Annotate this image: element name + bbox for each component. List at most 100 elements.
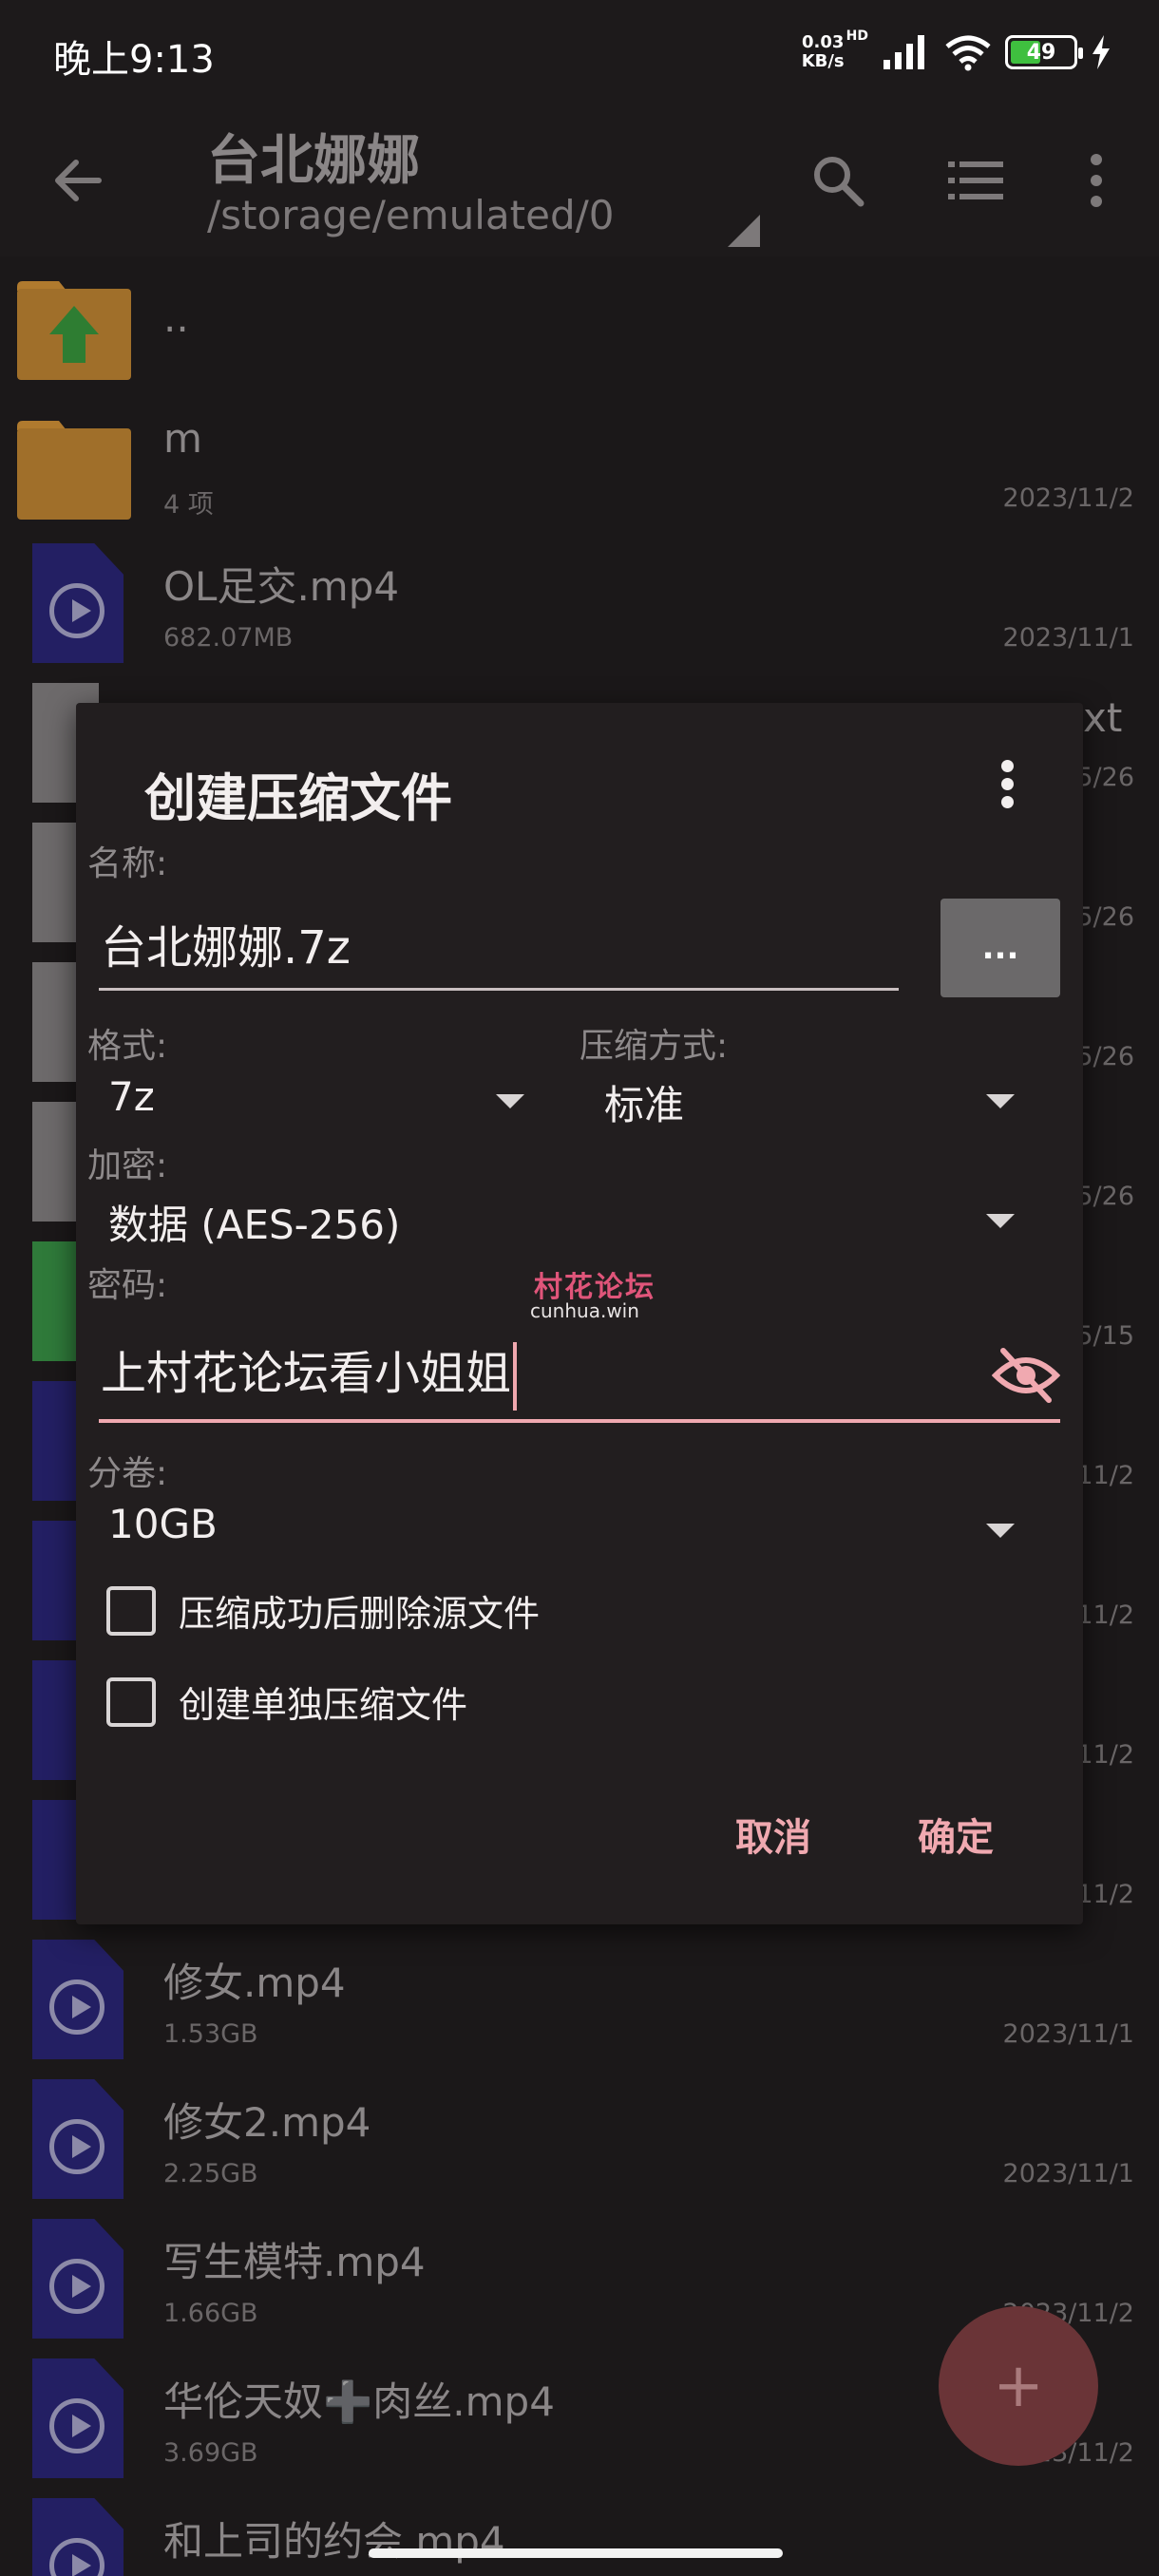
file-date: 11/2	[1076, 1461, 1134, 1490]
file-name: m	[163, 415, 202, 462]
file-meta: 1.53GB	[163, 2019, 258, 2049]
play-icon	[49, 2119, 104, 2174]
ok-button[interactable]: 确定	[918, 1807, 994, 1862]
list-item[interactable]: OL足交.mp4 682.07MB 2023/11/1	[0, 536, 1159, 675]
play-icon	[49, 2398, 104, 2453]
separate-archive-checkbox[interactable]	[106, 1677, 156, 1727]
list-item[interactable]: 修女2.mp4 2.25GB 2023/11/1	[0, 2072, 1159, 2211]
folder-icon	[17, 421, 131, 520]
file-date: 5/26	[1076, 1182, 1134, 1211]
split-label: 分卷:	[87, 1454, 168, 1493]
file-date: 5/26	[1076, 902, 1134, 932]
delete-source-checkbox[interactable]	[106, 1586, 156, 1636]
file-name: 和上司的约会.mp4	[163, 2518, 505, 2565]
delete-source-label[interactable]: 压缩成功后删除源文件	[179, 1584, 540, 1637]
file-name: 华伦天奴➕肉丝.mp4	[163, 2378, 555, 2425]
charging-icon	[1092, 35, 1110, 69]
split-dropdown-icon[interactable]	[986, 1524, 1015, 1538]
cancel-button[interactable]: 取消	[735, 1807, 811, 1862]
path-dropdown-indicator[interactable]	[728, 215, 760, 247]
method-select[interactable]: 标准	[604, 1073, 684, 1131]
file-meta: 682.07MB	[163, 623, 294, 653]
file-name-tail: xt	[1083, 694, 1123, 741]
file-meta: 2.25GB	[163, 2159, 258, 2188]
format-label: 格式:	[87, 1027, 168, 1066]
split-select[interactable]: 10GB	[108, 1501, 218, 1547]
video-file-icon	[32, 2079, 124, 2199]
overflow-menu-button[interactable]	[1058, 142, 1134, 218]
list-item[interactable]: 修女.mp4 1.53GB 2023/11/1	[0, 1932, 1159, 2072]
list-item[interactable]: ..	[0, 256, 1159, 396]
play-icon	[49, 2259, 104, 2314]
file-meta: 1.66GB	[163, 2299, 258, 2328]
archive-name-input[interactable]: 台北娜娜.7z	[101, 910, 899, 986]
encryption-dropdown-icon[interactable]	[986, 1214, 1015, 1228]
visibility-off-icon[interactable]	[992, 1345, 1060, 1406]
play-icon	[49, 1979, 104, 2035]
wifi-icon	[945, 35, 991, 71]
file-name: OL足交.mp4	[163, 563, 400, 610]
file-name: ..	[163, 294, 189, 341]
file-date: 11/2	[1076, 1880, 1134, 1909]
method-dropdown-icon[interactable]	[986, 1094, 1015, 1108]
play-icon	[49, 2538, 104, 2576]
signal-icon	[884, 35, 924, 69]
file-date: 2023/11/1	[1002, 2019, 1134, 2049]
add-fab-button[interactable]: +	[939, 2306, 1098, 2466]
app-bar: 台北娜娜 /storage/emulated/0	[0, 104, 1159, 256]
file-name: 修女2.mp4	[163, 2099, 371, 2146]
search-button[interactable]	[800, 142, 876, 218]
page-title: 台北娜娜	[207, 130, 420, 192]
dialog-more-icon[interactable]	[998, 760, 1016, 817]
status-icons: 0.03 KB/s HD 49	[802, 28, 1112, 76]
home-indicator[interactable]	[369, 2548, 783, 2558]
file-date: 2023/11/2	[1002, 483, 1134, 513]
file-date: 11/2	[1076, 1601, 1134, 1630]
text-cursor	[513, 1342, 518, 1411]
browse-button[interactable]: ...	[940, 899, 1060, 997]
encryption-select[interactable]: 数据 (AES-256)	[108, 1193, 400, 1251]
file-date: 5/15	[1076, 1321, 1134, 1351]
search-icon	[814, 157, 864, 207]
file-date: 5/26	[1076, 1042, 1134, 1071]
status-bar: 晚上9:13 0.03 KB/s HD 49	[0, 0, 1159, 104]
file-meta: 4 项	[163, 490, 214, 520]
list-item[interactable]: m 4 项 2023/11/2	[0, 396, 1159, 536]
separate-archive-label[interactable]: 创建单独压缩文件	[179, 1676, 467, 1728]
video-file-icon	[32, 2219, 124, 2339]
format-select[interactable]: 7z	[108, 1073, 155, 1120]
more-vert-icon	[1091, 154, 1102, 207]
method-label: 压缩方式:	[580, 1027, 729, 1066]
file-name: 修女.mp4	[163, 1960, 346, 2006]
watermark-logo: 村花论坛 cunhua.win	[530, 1271, 656, 1322]
hd-indicator: HD	[846, 28, 868, 44]
file-name: 写生模特.mp4	[163, 2239, 426, 2285]
password-underline	[99, 1419, 1060, 1423]
format-dropdown-icon[interactable]	[496, 1094, 524, 1108]
video-file-icon	[32, 2498, 124, 2576]
file-date: 2023/11/1	[1002, 2159, 1134, 2188]
current-path[interactable]: /storage/emulated/0	[207, 192, 614, 238]
video-file-icon	[32, 1940, 124, 2059]
back-arrow-icon[interactable]	[46, 147, 112, 214]
video-file-icon	[32, 2358, 124, 2478]
file-date: 5/26	[1076, 763, 1134, 792]
name-label: 名称:	[87, 844, 168, 883]
name-underline	[99, 988, 899, 991]
plus-icon: +	[993, 2351, 1044, 2421]
folder-up-icon	[17, 281, 131, 380]
file-date: 2023/11/1	[1002, 623, 1134, 653]
file-meta: 3.69GB	[163, 2438, 258, 2468]
dialog-title: 创建压缩文件	[144, 768, 452, 828]
password-label: 密码:	[87, 1266, 168, 1305]
list-item[interactable]: 和上司的约会.mp4	[0, 2491, 1159, 2576]
password-input[interactable]: 上村花论坛看小姐姐	[101, 1335, 994, 1421]
video-file-icon	[32, 543, 124, 663]
battery-icon: 49	[1005, 35, 1083, 69]
encryption-label: 加密:	[87, 1146, 168, 1185]
create-archive-dialog: 创建压缩文件 名称: 台北娜娜.7z ... 格式: 7z 压缩方式: 标准 加…	[76, 703, 1083, 1924]
play-icon	[49, 583, 104, 638]
file-date: 11/2	[1076, 1740, 1134, 1770]
view-list-button[interactable]	[939, 142, 1015, 218]
status-time: 晚上9:13	[53, 38, 215, 82]
